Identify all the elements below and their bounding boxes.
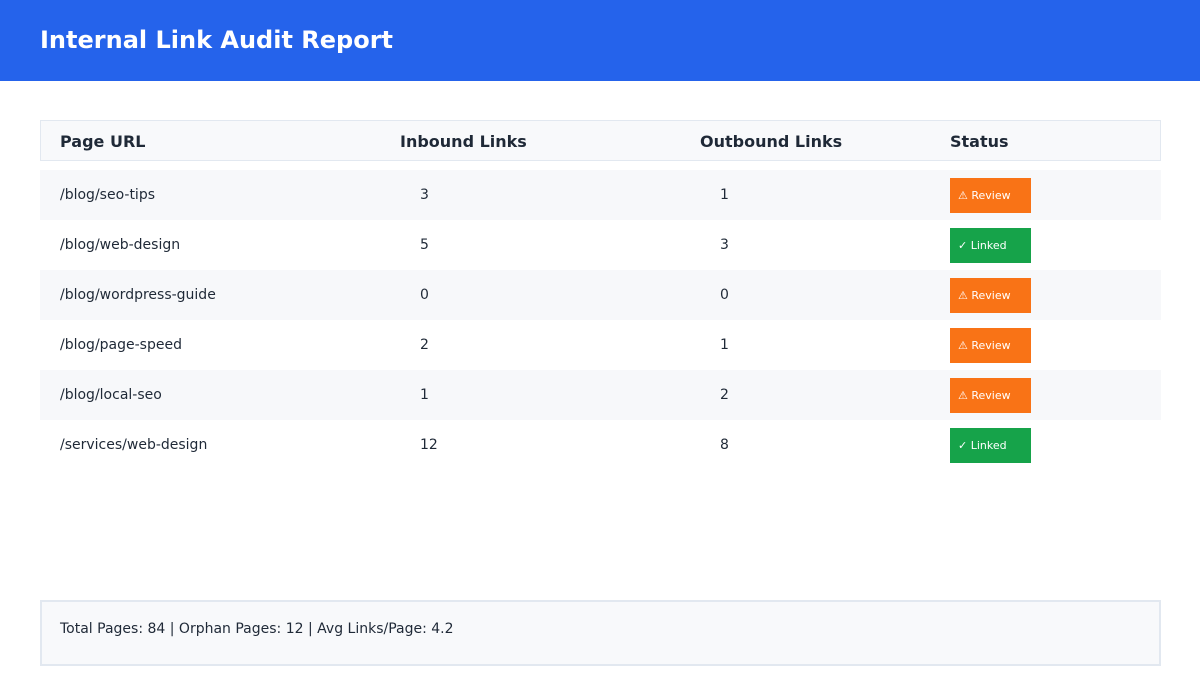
page-url-cell: /blog/seo-tips: [60, 187, 156, 203]
outbound-links-cell: 3: [720, 237, 729, 253]
status-badge: ⚠ Review: [950, 328, 1031, 363]
inbound-links-cell: 5: [420, 237, 429, 253]
page-url-cell: /blog/local-seo: [60, 387, 162, 403]
status-badge: ⚠ Review: [950, 178, 1031, 213]
column-header-status: Status: [950, 132, 1009, 151]
table-body: /blog/seo-tips 3 1 ⚠ Review /blog/web-de…: [40, 170, 1161, 470]
outbound-links-cell: 2: [720, 387, 729, 403]
inbound-links-cell: 12: [420, 437, 438, 453]
status-badge: ✓ Linked: [950, 428, 1031, 463]
page-url-cell: /blog/wordpress-guide: [60, 287, 216, 303]
report-header: Internal Link Audit Report: [0, 0, 1200, 81]
outbound-links-cell: 1: [720, 337, 729, 353]
table-row: /blog/local-seo 1 2 ⚠ Review: [40, 370, 1161, 420]
column-header-inbound-links: Inbound Links: [400, 132, 527, 151]
table-row: /blog/seo-tips 3 1 ⚠ Review: [40, 170, 1161, 220]
link-audit-table: Page URL Inbound Links Outbound Links St…: [40, 120, 1161, 470]
outbound-links-cell: 8: [720, 437, 729, 453]
inbound-links-cell: 1: [420, 387, 429, 403]
inbound-links-cell: 3: [420, 187, 429, 203]
status-badge: ✓ Linked: [950, 228, 1031, 263]
table-row: /services/web-design 12 8 ✓ Linked: [40, 420, 1161, 470]
inbound-links-cell: 0: [420, 287, 429, 303]
status-badge: ⚠ Review: [950, 278, 1031, 313]
table-row: /blog/wordpress-guide 0 0 ⚠ Review: [40, 270, 1161, 320]
page-title: Internal Link Audit Report: [40, 26, 394, 54]
summary-text: Total Pages: 84 | Orphan Pages: 12 | Avg…: [60, 621, 454, 637]
outbound-links-cell: 1: [720, 187, 729, 203]
page-url-cell: /blog/page-speed: [60, 337, 182, 353]
status-badge: ⚠ Review: [950, 378, 1031, 413]
outbound-links-cell: 0: [720, 287, 729, 303]
table-row: /blog/page-speed 2 1 ⚠ Review: [40, 320, 1161, 370]
summary-footer: Total Pages: 84 | Orphan Pages: 12 | Avg…: [40, 600, 1161, 666]
page-url-cell: /services/web-design: [60, 437, 208, 453]
table-row: /blog/web-design 5 3 ✓ Linked: [40, 220, 1161, 270]
column-header-outbound-links: Outbound Links: [700, 132, 843, 151]
table-header: Page URL Inbound Links Outbound Links St…: [40, 120, 1161, 161]
column-header-page-url: Page URL: [60, 132, 146, 151]
inbound-links-cell: 2: [420, 337, 429, 353]
page-url-cell: /blog/web-design: [60, 237, 181, 253]
